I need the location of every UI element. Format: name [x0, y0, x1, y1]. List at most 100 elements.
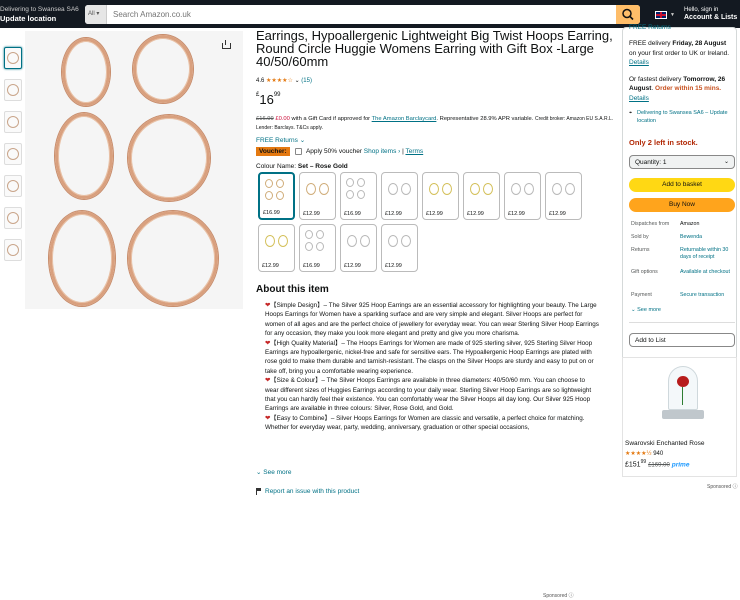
about-bullet: ❤【High Quality Material】– The Hoops Earr… — [265, 339, 599, 377]
details-link[interactable]: Details — [629, 59, 649, 66]
thumbnail[interactable] — [4, 207, 22, 229]
deliver-to-location[interactable]: Delivering to Swansea SA6 Update locatio… — [0, 5, 79, 23]
free-returns-top[interactable]: FREE Returns — [629, 23, 735, 32]
details-link[interactable]: Details — [629, 95, 649, 102]
account-line2: Account & Lists — [684, 14, 738, 21]
colour-swatch[interactable]: £16.99 — [299, 224, 336, 272]
thumbnail[interactable] — [4, 239, 22, 261]
hoop-swatch-icon — [511, 183, 521, 195]
report-issue-link[interactable]: Report an issue with this product — [256, 488, 359, 495]
search-category-select[interactable]: All ▾ — [85, 5, 107, 24]
swatch-price: £12.99 — [344, 263, 361, 269]
enchanted-rose-image[interactable] — [660, 366, 705, 424]
hoop-swatch-icon — [357, 178, 365, 187]
colour-swatch[interactable]: £12.99 — [545, 172, 582, 220]
product-rating[interactable]: 4.6 ★★★★☆ ⌄ (15) — [256, 77, 312, 84]
location-link[interactable]: ⌖ Delivering to Swansea SA6 – Update loca… — [629, 110, 735, 125]
gc-text1: with a Gift Card if approved for — [291, 116, 371, 122]
hoop-swatch-icon — [316, 242, 324, 251]
product-title: Earrings, Hypoallergenic Lightweight Big… — [256, 28, 613, 69]
about-bullet: ❤【Simple Design】– The Silver 925 Hoop Ea… — [265, 301, 599, 339]
hoop-thumb-icon — [7, 244, 19, 256]
search-bar: All ▾ — [85, 5, 640, 24]
hoop-swatch-icon — [265, 179, 273, 188]
delivery-info: FREE Returns FREE delivery Friday, 28 Au… — [629, 24, 735, 125]
ad-title[interactable]: Swarovski Enchanted Rose — [625, 440, 705, 447]
hoop-swatch-icon — [470, 183, 480, 195]
quantity-select[interactable]: Quantity: 1 ⌄ — [629, 155, 735, 169]
hoop-thumb-icon — [7, 148, 19, 160]
hoop-swatch-icon — [346, 190, 354, 199]
colour-swatch[interactable]: £12.99 — [463, 172, 500, 220]
swatch-price: £12.99 — [508, 211, 525, 217]
hoop-swatch-icon — [524, 183, 534, 195]
chevron-down-icon: ⌄ — [256, 469, 262, 476]
free-returns-link[interactable]: FREE Returns ⌄ — [256, 136, 305, 144]
price-fraction: 99 — [273, 92, 281, 98]
hoop-earring-image — [128, 211, 218, 306]
thumbnail[interactable] — [4, 143, 22, 165]
hoop-swatch-icon — [429, 183, 439, 195]
buy-now-button[interactable]: Buy Now — [629, 198, 735, 212]
star-rating-icon: ★★★★☆ — [266, 78, 293, 84]
colour-name: Colour Name: Set – Rose Gold — [256, 163, 348, 170]
colour-swatch[interactable]: £12.99 — [381, 224, 418, 272]
hoop-earring-image — [133, 35, 193, 103]
swatch-price: £12.99 — [385, 211, 402, 217]
share-icon[interactable] — [222, 40, 231, 49]
hoop-swatch-icon — [347, 235, 357, 247]
language-caret-icon: ▼ — [670, 12, 675, 18]
barclaycard-link[interactable]: The Amazon Barclaycard — [372, 116, 437, 122]
thumbnail[interactable] — [4, 79, 22, 101]
shop-items-link[interactable]: Shop items › — [364, 148, 401, 155]
hoop-swatch-icon — [401, 235, 411, 247]
search-button[interactable] — [616, 5, 640, 24]
colour-swatch[interactable]: £12.99 — [381, 172, 418, 220]
rating-count[interactable]: (15) — [301, 78, 312, 84]
voucher-checkbox[interactable] — [294, 148, 302, 155]
search-input[interactable] — [110, 5, 615, 24]
ad-rating: ★★★★½ 940 — [625, 450, 663, 457]
swatch-price: £16.99 — [263, 210, 280, 216]
gift-card-offer: £16.99 £0.00 with a Gift Card if approve… — [256, 115, 616, 133]
colour-swatch[interactable]: £16.99 — [340, 172, 377, 220]
hoop-swatch-icon — [305, 230, 313, 239]
voucher-badge: Voucher: — [256, 147, 290, 157]
add-to-list-button[interactable]: Add to List — [629, 333, 735, 347]
main-product-image[interactable] — [25, 31, 243, 309]
hoop-swatch-icon — [278, 235, 288, 247]
add-to-basket-button[interactable]: Add to basket — [629, 178, 735, 192]
free-returns-label: FREE Returns — [256, 137, 298, 144]
report-label: Report an issue with this product — [265, 488, 360, 496]
search-category-label: All — [88, 11, 95, 17]
colour-swatch[interactable]: £12.99 — [258, 224, 295, 272]
thumbnail[interactable] — [4, 111, 22, 133]
chevron-down-icon: ⌄ — [299, 137, 306, 144]
see-more-info-link[interactable]: ⌄ See more — [631, 307, 661, 313]
colour-swatch[interactable]: £12.99 — [422, 172, 459, 220]
swatch-price: £16.99 — [303, 263, 320, 269]
colour-swatch[interactable]: £12.99 — [504, 172, 541, 220]
hoop-thumb-icon — [7, 84, 19, 96]
hoop-earring-image — [62, 38, 110, 106]
colour-value: Set – Rose Gold — [297, 163, 348, 170]
uk-flag-icon[interactable] — [655, 11, 667, 19]
quantity-label: Quantity: 1 — [635, 159, 667, 166]
colour-swatch[interactable]: £12.99 — [299, 172, 336, 220]
about-heading: About this item — [256, 284, 329, 295]
hoop-swatch-icon — [276, 191, 284, 200]
hoop-swatch-icon — [388, 235, 398, 247]
account-lists[interactable]: Hello, sign in Account & Lists — [684, 6, 737, 22]
colour-swatch[interactable]: £16.99 — [258, 172, 295, 220]
report-flag-icon — [256, 488, 262, 495]
hoop-thumb-icon — [7, 180, 19, 192]
gc-old-price: £16.99 — [256, 116, 274, 122]
see-more-link[interactable]: ⌄ See more — [256, 468, 291, 476]
terms-link[interactable]: Terms — [405, 148, 423, 155]
colour-swatch[interactable]: £12.99 — [340, 224, 377, 272]
thumbnail[interactable] — [4, 47, 22, 69]
hoop-swatch-icon — [276, 179, 284, 188]
sponsored-label: Sponsored ⓘ — [707, 484, 738, 490]
thumbnail[interactable] — [4, 175, 22, 197]
divider — [629, 322, 735, 323]
